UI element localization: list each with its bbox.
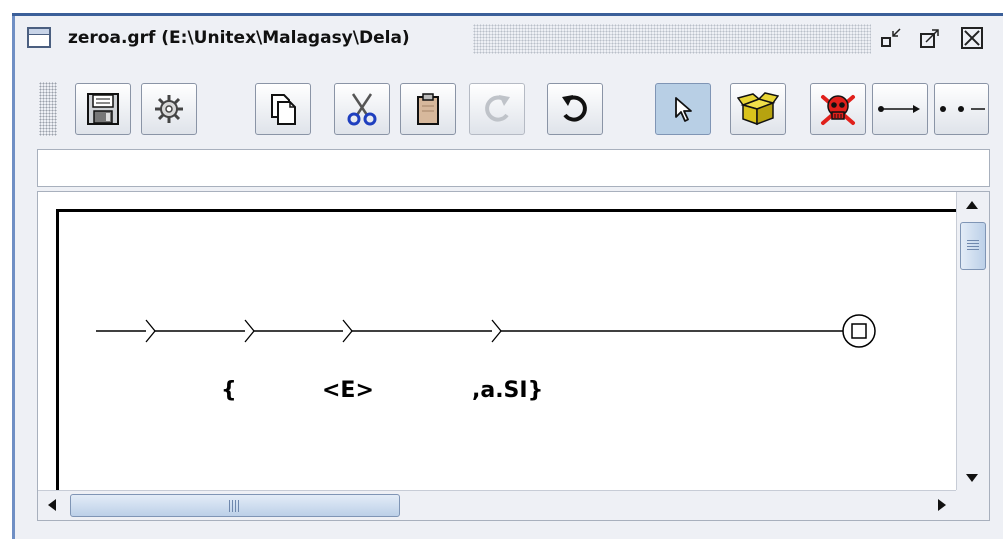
horizontal-thumb-grip bbox=[229, 500, 239, 512]
box-arrow-initial[interactable] bbox=[145, 319, 156, 343]
box-label-epsilon[interactable]: <E> bbox=[322, 378, 374, 403]
scroll-left-button[interactable] bbox=[40, 493, 64, 517]
box-label-open-brace[interactable]: { bbox=[221, 378, 237, 403]
scroll-up-button[interactable] bbox=[958, 195, 986, 215]
box-arrow-epsilon[interactable] bbox=[342, 319, 353, 343]
box-arrow-info[interactable] bbox=[491, 319, 502, 343]
final-state-square bbox=[851, 323, 867, 339]
arrow-down-icon bbox=[966, 474, 978, 482]
scroll-down-button[interactable] bbox=[958, 468, 986, 488]
box-label-info[interactable]: ,a.SI} bbox=[472, 378, 543, 403]
arrow-left-icon bbox=[48, 499, 56, 511]
scroll-corner bbox=[956, 490, 989, 520]
box-arrow-open-brace[interactable] bbox=[244, 319, 255, 343]
arrow-up-icon bbox=[966, 201, 978, 209]
vertical-thumb-grip bbox=[967, 240, 979, 250]
scroll-right-button[interactable] bbox=[930, 493, 954, 517]
arrow-right-icon bbox=[938, 499, 946, 511]
graph-drawing bbox=[96, 314, 876, 348]
